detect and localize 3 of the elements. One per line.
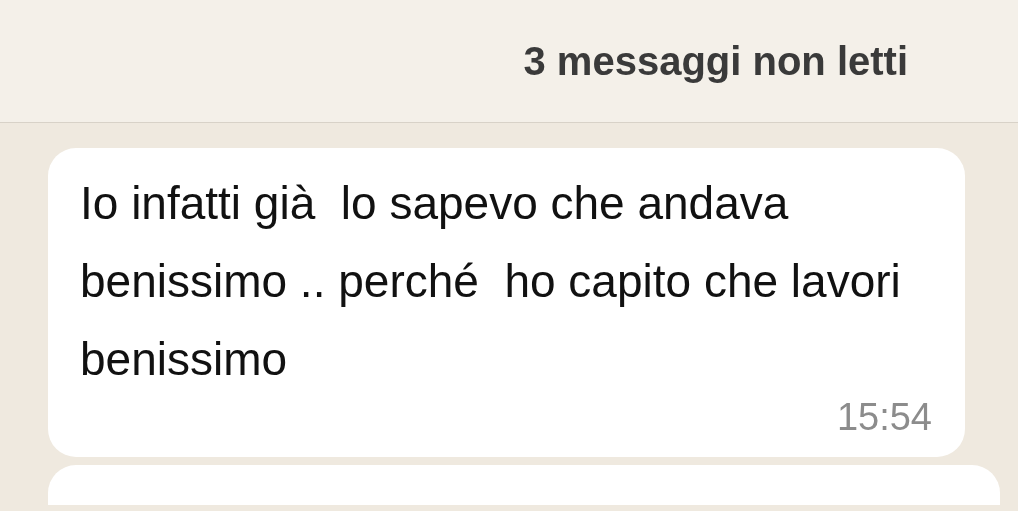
message-time: 15:54 (836, 396, 932, 439)
unread-count-label: 3 messaggi non letti (523, 38, 908, 84)
message-text: Io infatti già lo sapevo che andava benissimo .. perché ho capito che lavori benissimo (80, 176, 902, 387)
